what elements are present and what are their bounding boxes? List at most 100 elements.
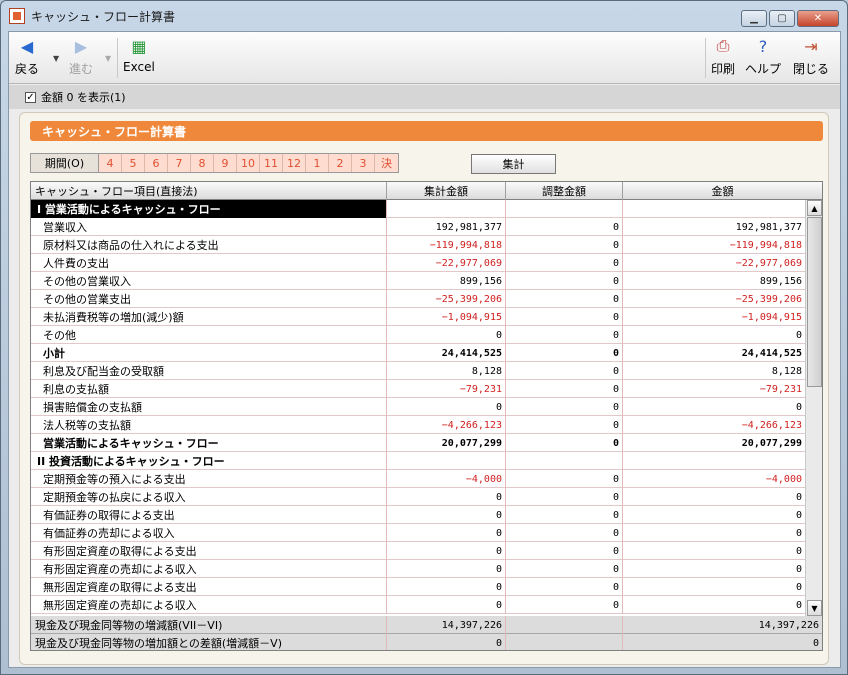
cell-value[interactable] <box>506 616 623 634</box>
excel-button[interactable]: ▦ Excel <box>123 36 155 80</box>
cell-value[interactable]: 0 <box>506 344 623 362</box>
cell-value[interactable]: 0 <box>506 308 623 326</box>
row-label: 現金及び現金同等物の増減額(VII－VI) <box>31 616 387 634</box>
help-button[interactable]: ? ヘルプ <box>745 36 781 80</box>
table-row[interactable]: I 営業活動によるキャッシュ・フロー <box>31 200 805 218</box>
table-row[interactable]: 定期預金等の預入による支出 −4,000 0 −4,000 <box>31 470 805 488</box>
maximize-button[interactable]: ▢ <box>769 10 795 27</box>
forward-button[interactable]: ▶ 進む <box>69 36 93 80</box>
cell-value[interactable]: 0 <box>506 398 623 416</box>
period-month[interactable]: 10 <box>237 154 260 172</box>
column-header-total[interactable]: 集計金額 <box>387 182 506 200</box>
table-row[interactable]: 人件費の支出 −22,977,069 0 −22,977,069 <box>31 254 805 272</box>
help-icon: ? <box>758 36 768 56</box>
table-row[interactable]: 利息及び配当金の受取額 8,128 0 8,128 <box>31 362 805 380</box>
table-row[interactable]: 未払消費税等の増加(減少)額 −1,094,915 0 −1,094,915 <box>31 308 805 326</box>
cell-value[interactable]: 0 <box>506 290 623 308</box>
table-row[interactable]: その他の営業支出 −25,399,206 0 −25,399,206 <box>31 290 805 308</box>
period-month[interactable]: 9 <box>214 154 237 172</box>
period-month[interactable]: 6 <box>145 154 168 172</box>
table-row[interactable]: 現金及び現金同等物の増減額(VII－VI) 14,397,226 14,397,22… <box>31 616 822 634</box>
period-month[interactable]: 決 <box>375 154 398 172</box>
column-header-item[interactable]: キャッシュ・フロー項目(直接法) <box>31 182 387 200</box>
cell-value[interactable]: 0 <box>506 380 623 398</box>
scroll-down-icon[interactable]: ▼ <box>807 600 822 616</box>
table-row[interactable]: II 投資活動によるキャッシュ・フロー <box>31 452 805 470</box>
cell-value[interactable]: 0 <box>506 416 623 434</box>
cell-value[interactable]: 0 <box>506 236 623 254</box>
table-row[interactable]: その他の営業収入 899,156 0 899,156 <box>31 272 805 290</box>
column-header-adjustment[interactable]: 調整金額 <box>506 182 623 200</box>
period-month[interactable]: 1 <box>306 154 329 172</box>
table-row[interactable]: 原材料又は商品の仕入れによる支出 −119,994,818 0 −119,994,81… <box>31 236 805 254</box>
cell-value[interactable]: 0 <box>506 506 623 524</box>
excel-icon: ▦ <box>131 36 147 56</box>
cell-value: 20,077,299 <box>387 434 506 452</box>
cell-value[interactable]: 0 <box>506 362 623 380</box>
cell-value[interactable]: 0 <box>506 434 623 452</box>
print-button[interactable]: ⎙ 印刷 <box>711 36 735 80</box>
cell-value[interactable]: 0 <box>506 524 623 542</box>
cell-value[interactable]: 0 <box>506 218 623 236</box>
cell-value[interactable] <box>506 634 623 650</box>
table-row[interactable]: 定期預金等の払戻による収入 0 0 0 <box>31 488 805 506</box>
table-row[interactable]: 有価証券の取得による支出 0 0 0 <box>31 506 805 524</box>
table-row[interactable]: 有形固定資産の売却による収入 0 0 0 <box>31 560 805 578</box>
period-month[interactable]: 3 <box>352 154 375 172</box>
table-row[interactable]: 無形固定資産の取得による支出 0 0 0 <box>31 578 805 596</box>
close-window-button[interactable]: ✕ <box>797 10 839 27</box>
cell-value: −1,094,915 <box>741 311 802 323</box>
close-button[interactable]: ⇥ 閉じる <box>793 36 829 80</box>
table-row[interactable]: 営業収入 192,981,377 0 192,981,377 <box>31 218 805 236</box>
cell-value[interactable]: 0 <box>506 470 623 488</box>
table-row[interactable]: 有形固定資産の取得による支出 0 0 0 <box>31 542 805 560</box>
toolbar: ◀ 戻る ▼ ▶ 進む ▼ ▦ Excel ⎙ 印刷 ? ヘルプ ⇥ 閉じる <box>9 32 840 84</box>
scroll-up-icon[interactable]: ▲ <box>807 200 822 216</box>
cell-value: 0 <box>795 581 802 593</box>
column-header-amount[interactable]: 金額 <box>623 182 822 200</box>
cell-value[interactable]: 0 <box>506 596 623 614</box>
cell-value[interactable]: 0 <box>506 560 623 578</box>
row-label: 原材料又は商品の仕入れによる支出 <box>31 236 387 254</box>
cell-value: 0 <box>795 491 802 503</box>
period-month[interactable]: 8 <box>191 154 214 172</box>
cell-value[interactable]: 0 <box>506 254 623 272</box>
cell-value[interactable]: 0 <box>506 542 623 560</box>
cell-value <box>623 452 805 470</box>
scroll-thumb[interactable] <box>807 217 822 387</box>
cell-value[interactable] <box>506 200 623 218</box>
forward-dropdown-icon[interactable]: ▼ <box>105 54 111 63</box>
row-label: 定期預金等の預入による支出 <box>31 470 387 488</box>
period-month[interactable]: 4 <box>99 154 122 172</box>
cell-value: 0 <box>795 545 802 557</box>
table-row[interactable]: 利息の支払額 −79,231 0 −79,231 <box>31 380 805 398</box>
table-row[interactable]: その他 0 0 0 <box>31 326 805 344</box>
table-row[interactable]: 現金及び現金同等物の増加額との差額(増減額－V) 0 0 <box>31 634 822 650</box>
cell-value[interactable]: 0 <box>506 488 623 506</box>
period-month[interactable]: 12 <box>283 154 306 172</box>
cell-value[interactable] <box>506 452 623 470</box>
period-month[interactable]: 2 <box>329 154 352 172</box>
cell-value[interactable]: 0 <box>506 326 623 344</box>
period-month[interactable]: 5 <box>122 154 145 172</box>
table-row[interactable]: 有価証券の売却による収入 0 0 0 <box>31 524 805 542</box>
period-month[interactable]: 11 <box>260 154 283 172</box>
period-label[interactable]: 期間(O) <box>31 154 99 172</box>
table-row[interactable]: 法人税等の支払額 −4,266,123 0 −4,266,123 <box>31 416 805 434</box>
period-month[interactable]: 7 <box>168 154 191 172</box>
cell-value[interactable]: 0 <box>506 578 623 596</box>
table-row[interactable]: 営業活動によるキャッシュ・フロー 20,077,299 0 20,077,299 <box>31 434 805 452</box>
cell-value: 24,414,525 <box>741 347 802 359</box>
sum-button[interactable]: 集計 <box>471 154 556 174</box>
table-row[interactable]: 損害賠償金の支払額 0 0 0 <box>31 398 805 416</box>
back-dropdown-icon[interactable]: ▼ <box>53 54 59 63</box>
show-zero-checkbox[interactable]: ✓ <box>25 91 36 103</box>
back-button[interactable]: ◀ 戻る <box>15 36 39 80</box>
vertical-scrollbar[interactable]: ▲ ▼ <box>805 200 822 616</box>
minimize-button[interactable]: ▁ <box>741 10 767 27</box>
cell-value: −25,399,206 <box>387 290 506 308</box>
cell-value[interactable]: 0 <box>506 272 623 290</box>
table-row[interactable]: 無形固定資産の売却による収入 0 0 0 <box>31 596 805 614</box>
report-panel: キャッシュ・フロー計算書 期間(O) 4 5 6 7 8 9 10 11 12 1 2 3 決 集計 キ… <box>19 112 829 665</box>
table-row[interactable]: 小計 24,414,525 0 24,414,525 <box>31 344 805 362</box>
